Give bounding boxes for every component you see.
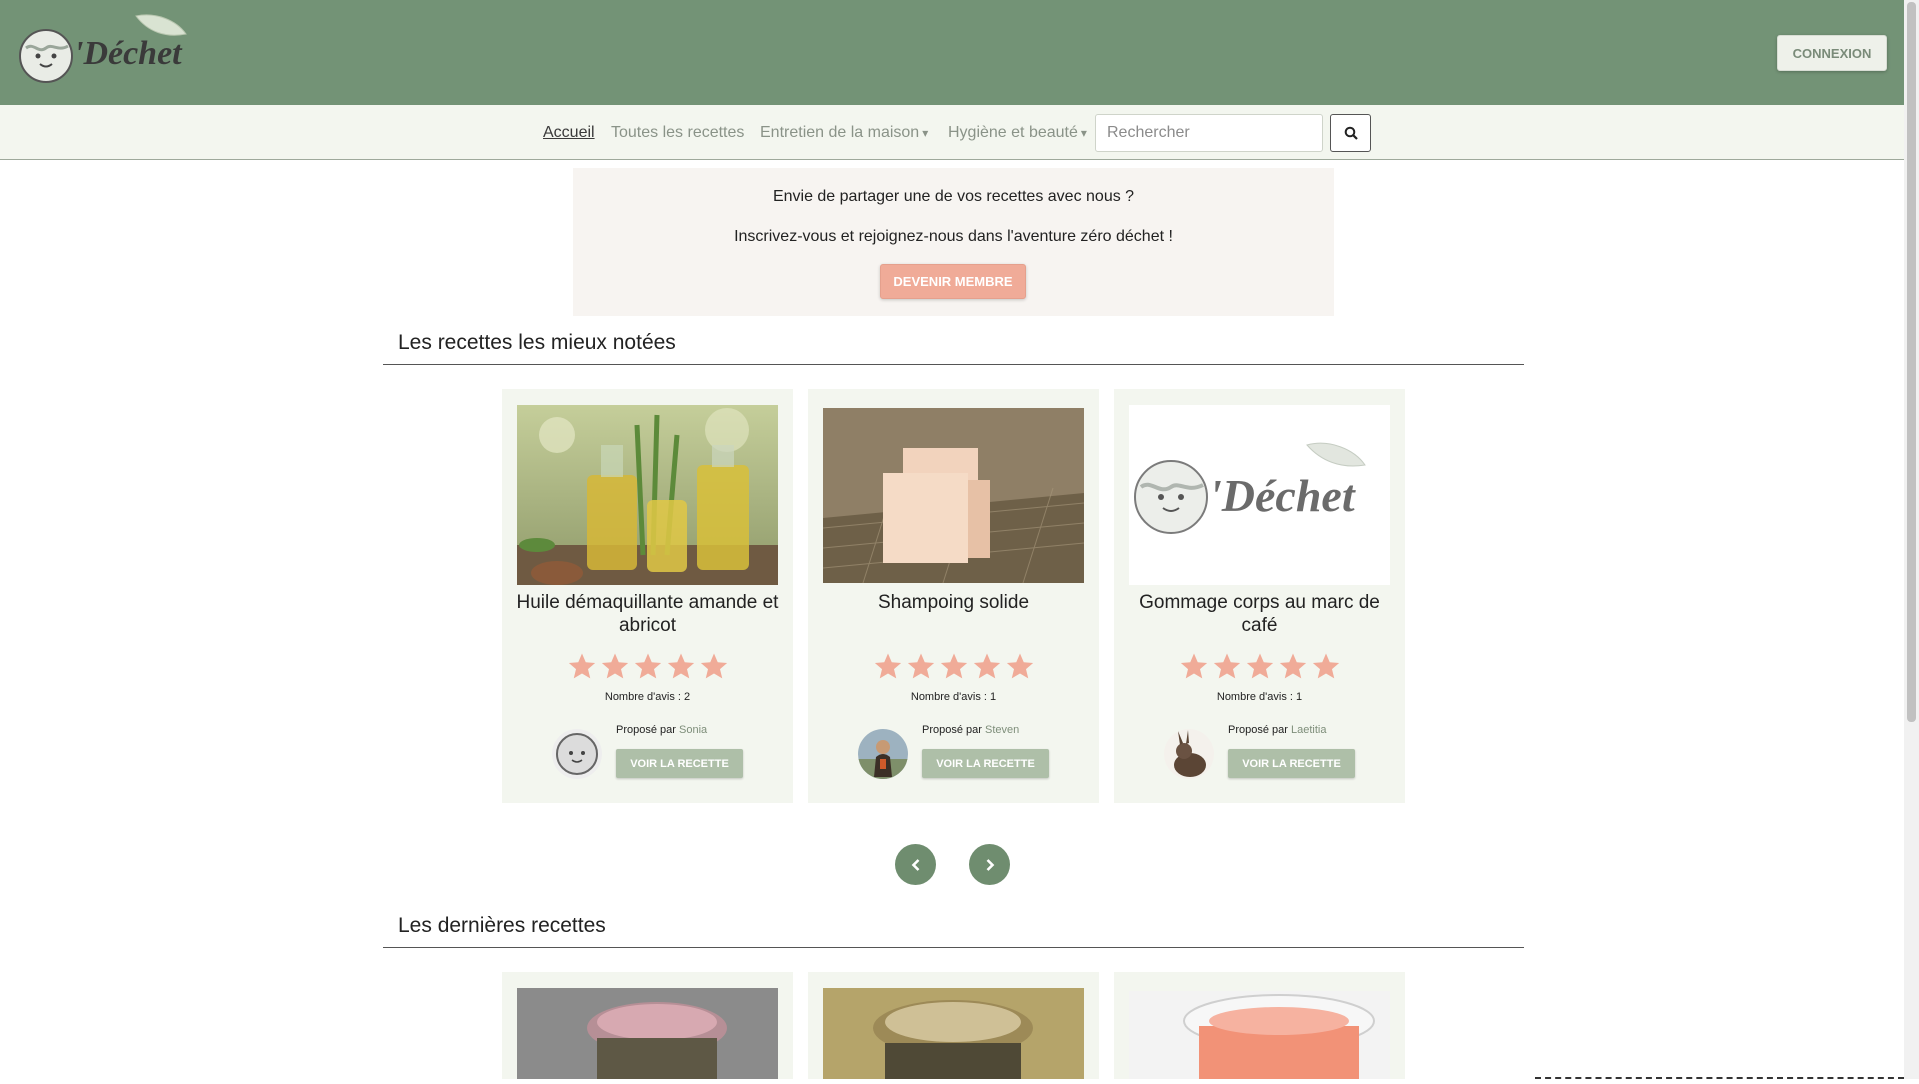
nav-item-accueil[interactable]: Accueil (543, 124, 595, 142)
star-icon (1213, 653, 1240, 679)
recipe-image[interactable] (823, 988, 1084, 1079)
chevron-right-icon (986, 858, 994, 871)
recipe-image-huile[interactable] (517, 405, 778, 585)
star-icon (700, 653, 727, 679)
author-link[interactable]: Laetitia (1291, 724, 1326, 736)
review-count: Nombre d'avis : 1 (1216, 691, 1303, 703)
recipe-image[interactable] (1129, 991, 1390, 1079)
author-link[interactable]: Steven (985, 724, 1019, 736)
nav-item-hygiene[interactable]: Hygiène et beauté ▾ (948, 124, 1087, 142)
recipe-card: 'Déchet Gommage corps au marc de café No… (1114, 389, 1405, 803)
search-button[interactable] (1330, 114, 1371, 152)
nav-item-label: Entretien de la maison (760, 124, 920, 141)
star-icon (1312, 653, 1339, 679)
proposed-by-label: Proposé par (922, 724, 982, 736)
promo-question: Envie de partager une de vos recettes av… (772, 188, 1135, 205)
recipe-image-shampoing[interactable] (822, 408, 1085, 584)
carousel-next-button[interactable] (969, 844, 1010, 885)
login-button[interactable]: CONNEXION (1777, 35, 1887, 71)
author-avatar (858, 729, 908, 779)
recipe-image[interactable] (517, 988, 778, 1079)
nav-item-toutes-les-recettes[interactable]: Toutes les recettes (611, 124, 744, 142)
view-recipe-button[interactable]: VOIR LA RECETTE (1228, 749, 1355, 778)
become-member-button[interactable]: DEVENIR MEMBRE (880, 264, 1026, 299)
chevron-down-icon: ▾ (1080, 126, 1087, 140)
proposed-by-label: Proposé par (616, 724, 676, 736)
star-icon (973, 653, 1000, 679)
site-header: 'Déchet CONNEXION (0, 0, 1904, 105)
carousel-prev-button[interactable] (895, 844, 936, 885)
join-promo-box: Envie de partager une de vos recettes av… (573, 168, 1334, 316)
star-icon (874, 653, 901, 679)
promo-text: Inscrivez-vous et rejoignez-nous dans l'… (734, 228, 1173, 245)
proposed-by: Proposé par Steven (922, 724, 1019, 736)
star-icon (907, 653, 934, 679)
recipe-card: Shampoing solide Nombre d'avis : 1 Propo… (808, 389, 1099, 803)
rating-stars (502, 651, 793, 681)
author-avatar (552, 729, 602, 779)
star-icon (568, 653, 595, 679)
author-link[interactable]: Sonia (679, 724, 707, 736)
recipe-title[interactable]: Shampoing solide (820, 591, 1087, 614)
nav-item-label: Accueil (543, 124, 595, 141)
scrollbar-thumb[interactable] (1907, 2, 1916, 722)
star-icon (1246, 653, 1273, 679)
recipe-card (808, 972, 1099, 1079)
author-avatar (1164, 729, 1214, 779)
star-icon (634, 653, 661, 679)
review-count: Nombre d'avis : 2 (604, 691, 691, 703)
section-divider (383, 947, 1524, 948)
section-divider (383, 364, 1524, 365)
nav-item-label: Hygiène et beauté (948, 124, 1078, 141)
star-icon (1279, 653, 1306, 679)
nav-item-entretien[interactable]: Entretien de la maison ▾ (760, 124, 928, 142)
recipe-card (502, 972, 793, 1079)
recipe-title[interactable]: Gommage corps au marc de café (1126, 591, 1393, 637)
proposed-by: Proposé par Laetitia (1228, 724, 1326, 736)
rating-stars (1114, 651, 1405, 681)
recipe-card: Huile démaquillante amande et abricot No… (502, 389, 793, 803)
star-icon (940, 653, 967, 679)
recipe-title[interactable]: Huile démaquillante amande et abricot (514, 591, 781, 637)
page-scrollbar[interactable] (1904, 0, 1919, 1079)
svg-text:'Déchet: 'Déchet (1209, 470, 1356, 521)
nav-item-label: Toutes les recettes (611, 124, 745, 141)
recipe-image-gommage[interactable]: 'Déchet (1129, 405, 1390, 585)
rating-stars (808, 651, 1099, 681)
view-recipe-button[interactable]: VOIR LA RECETTE (616, 749, 743, 778)
search-input[interactable] (1095, 114, 1323, 152)
site-logo[interactable]: 'Déchet (16, 12, 196, 84)
star-icon (667, 653, 694, 679)
star-icon (1180, 653, 1207, 679)
view-recipe-button[interactable]: VOIR LA RECETTE (922, 749, 1049, 778)
review-count: Nombre d'avis : 1 (910, 691, 997, 703)
svg-text:'Déchet: 'Déchet (74, 35, 183, 72)
star-icon (1006, 653, 1033, 679)
proposed-by: Proposé par Sonia (616, 724, 707, 736)
chevron-left-icon (911, 858, 919, 871)
search-icon (1344, 126, 1358, 140)
section-title-top-rated: Les recettes les mieux notées (398, 331, 676, 354)
chevron-down-icon: ▾ (922, 126, 929, 140)
proposed-by-label: Proposé par (1228, 724, 1288, 736)
recipe-card (1114, 972, 1405, 1079)
section-title-latest: Les dernières recettes (398, 914, 606, 937)
star-icon (601, 653, 628, 679)
